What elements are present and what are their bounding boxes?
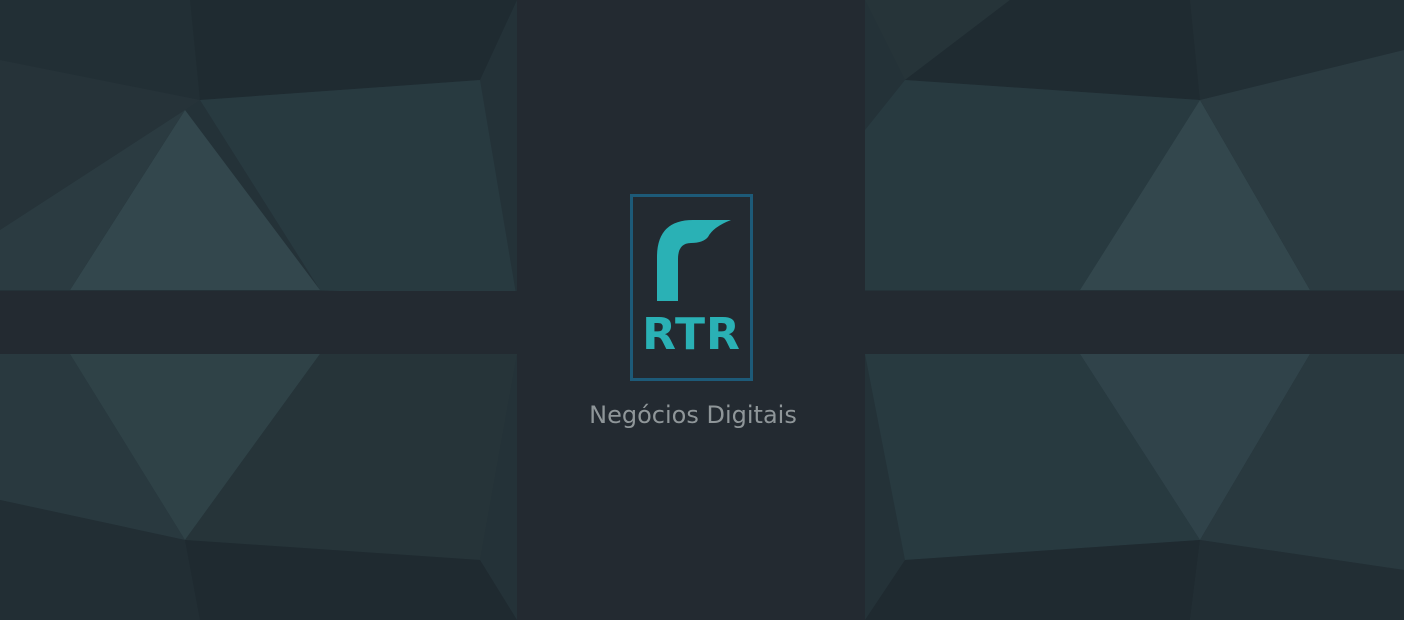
logo-wordmark: RTR [642, 309, 741, 360]
splash-page: RTR Negócios Digitais [0, 0, 1404, 620]
rtr-logo: RTR [630, 194, 753, 381]
rtr-r-mark-icon [657, 220, 731, 301]
tagline: Negócios Digitais [589, 401, 797, 429]
